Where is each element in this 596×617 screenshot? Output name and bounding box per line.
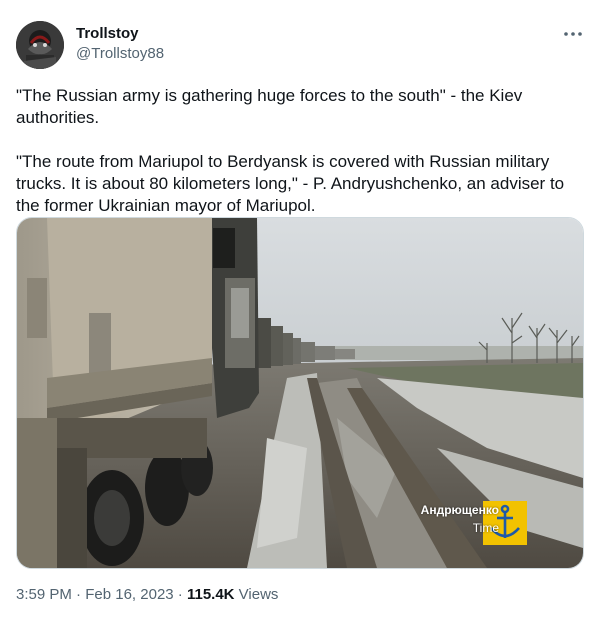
author-name[interactable]: Trollstoy (76, 25, 139, 42)
tweet-text: "The Russian army is gathering huge forc… (16, 85, 584, 239)
watermark-name: Андрющенко (420, 503, 499, 517)
tweet-paragraph-2: "The route from Mariupol to Berdyansk is… (16, 152, 565, 215)
tweet-date[interactable]: Feb 16, 2023 (85, 586, 173, 603)
tweet-meta: 3:59 PM · Feb 16, 2023 · 115.4K Views (16, 586, 278, 603)
tweet-card: Trollstoy @Trollstoy88 "The Russian army… (0, 0, 596, 617)
more-horizontal-icon[interactable] (560, 26, 586, 42)
avatar-image (16, 21, 64, 69)
views-label: Views (234, 586, 279, 603)
tweet-paragraph-1: "The Russian army is gathering huge forc… (16, 86, 523, 127)
meta-separator: · (173, 586, 187, 603)
meta-separator: · (71, 586, 86, 603)
media-watermark: Андрющенко Time (389, 503, 499, 535)
tweet-time[interactable]: 3:59 PM (16, 586, 72, 603)
views-count[interactable]: 115.4K (187, 586, 235, 603)
avatar[interactable] (16, 21, 64, 69)
author-handle[interactable]: @Trollstoy88 (76, 45, 164, 62)
tweet-photo[interactable]: Андрющенко Time (16, 217, 584, 569)
watermark-sub: Time (472, 521, 499, 535)
